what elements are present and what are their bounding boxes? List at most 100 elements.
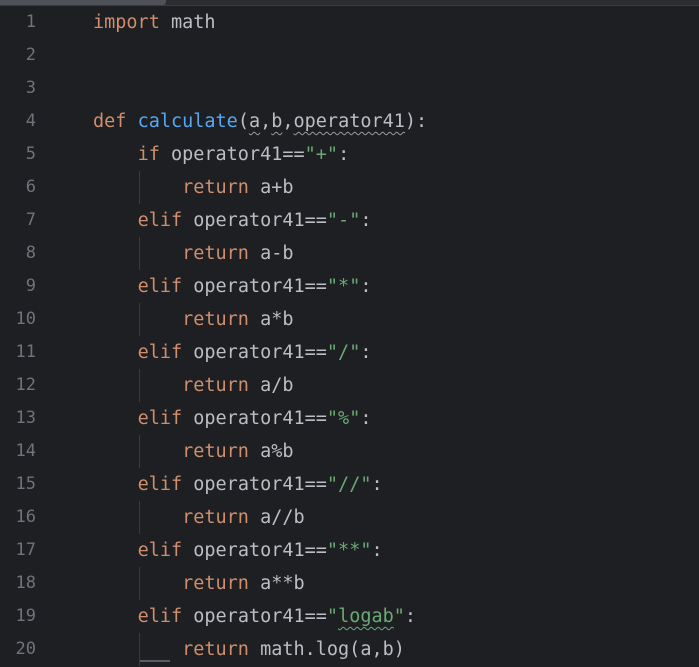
code-token: ,: [260, 111, 272, 132]
line-number: 7: [25, 210, 36, 230]
indent-guide: [139, 369, 140, 402]
code-line[interactable]: return a/b: [93, 369, 293, 402]
code-token: "%": [326, 408, 361, 429]
code-token: operator41==: [182, 540, 327, 561]
line-number: 20: [15, 639, 36, 659]
code-token: ,: [282, 111, 294, 132]
code-token: operator41==: [182, 408, 327, 429]
code-token: logab: [338, 606, 394, 627]
code-line[interactable]: return a-b: [93, 237, 293, 270]
code-token: elif: [137, 540, 183, 561]
code-token: return: [182, 441, 249, 462]
line-number: 11: [15, 342, 36, 362]
code-token: return: [182, 507, 249, 528]
code-line[interactable]: elif operator41=="%":: [93, 402, 372, 435]
code-token: :: [338, 144, 350, 165]
code-token: operator41==: [182, 606, 327, 627]
code-token: "-": [326, 210, 361, 231]
line-number: 1: [25, 12, 36, 32]
indent-guide: [139, 171, 140, 204]
code-token: "+": [304, 144, 339, 165]
line-number: 4: [25, 111, 36, 131]
code-line[interactable]: return a+b: [93, 171, 293, 204]
code-token: import: [93, 12, 160, 33]
code-token: elif: [137, 342, 183, 363]
code-token: "/": [326, 342, 361, 363]
code-line[interactable]: if operator41=="+":: [93, 138, 350, 171]
code-token: "*": [326, 276, 361, 297]
code-token: :: [404, 606, 417, 627]
code-line[interactable]: return a%b: [93, 435, 294, 468]
line-number: 6: [25, 177, 36, 197]
indent-guide: [139, 567, 140, 600]
line-number: 9: [25, 276, 36, 296]
indent-guide: [139, 303, 140, 336]
scrollbar-thumb[interactable]: [0, 0, 166, 5]
code-line[interactable]: elif operator41=="//":: [93, 468, 383, 501]
code-token: (: [237, 111, 249, 132]
code-token: if: [137, 144, 160, 165]
code-token: return: [182, 177, 249, 198]
code-token: operator41==: [182, 474, 327, 495]
code-line[interactable]: return a**b: [93, 567, 305, 600]
code-line[interactable]: elif operator41=="/":: [93, 336, 372, 369]
line-number: 2: [25, 45, 36, 65]
code-line[interactable]: elif operator41=="logab":: [93, 600, 416, 633]
code-token: :: [371, 540, 383, 561]
line-number: 13: [15, 408, 36, 428]
code-token: def: [93, 111, 127, 132]
code-token: return: [182, 573, 249, 594]
code-editor[interactable]: 1 2 3 4 5 6 7 8 9 10 11 12 13 14 15 16 17 18 19 20 import m…: [0, 0, 699, 667]
code-token: return: [182, 309, 249, 330]
code-token: elif: [137, 276, 183, 297]
code-line[interactable]: return a*b: [93, 303, 294, 336]
line-number: 10: [15, 309, 36, 329]
indent-guide: [139, 501, 140, 534]
code-token: elif: [137, 474, 183, 495]
code-token: elif: [137, 606, 183, 627]
code-token: elif: [137, 210, 183, 231]
code-token: math: [159, 12, 216, 33]
code-token: math.log(a,b): [248, 639, 405, 660]
code-token: operator41==: [182, 276, 327, 297]
code-token: :: [371, 474, 383, 495]
code-token: b: [271, 111, 283, 132]
code-token: a*b: [248, 309, 294, 330]
indent-guide: [139, 237, 140, 270]
code-token: :: [360, 276, 372, 297]
line-number: 18: [15, 573, 36, 593]
code-token: a%b: [248, 441, 294, 462]
indent-guide: [139, 435, 140, 468]
code-token: operator41==: [159, 144, 305, 165]
code-line[interactable]: def calculate(a,b,operator41):: [93, 105, 427, 138]
code-token: a: [248, 111, 261, 132]
line-number: 5: [25, 144, 36, 164]
code-token: operator41==: [182, 342, 327, 363]
code-area[interactable]: import math def calculate(a,b,operator41)…: [93, 6, 699, 667]
line-number: 19: [15, 606, 36, 626]
code-line[interactable]: import math: [93, 6, 216, 39]
code-token: :: [360, 210, 372, 231]
line-number: 12: [15, 375, 36, 395]
code-line[interactable]: return a//b: [93, 501, 305, 534]
code-line[interactable]: elif operator41=="-":: [93, 204, 372, 237]
code-line[interactable]: elif operator41=="*":: [93, 270, 372, 303]
line-number: 15: [15, 474, 36, 494]
code-line[interactable]: elif operator41=="**":: [93, 534, 383, 567]
line-number-gutter: 1 2 3 4 5 6 7 8 9 10 11 12 13 14 15 16 17 18 19 20: [0, 6, 60, 667]
code-token: ):: [404, 111, 428, 132]
